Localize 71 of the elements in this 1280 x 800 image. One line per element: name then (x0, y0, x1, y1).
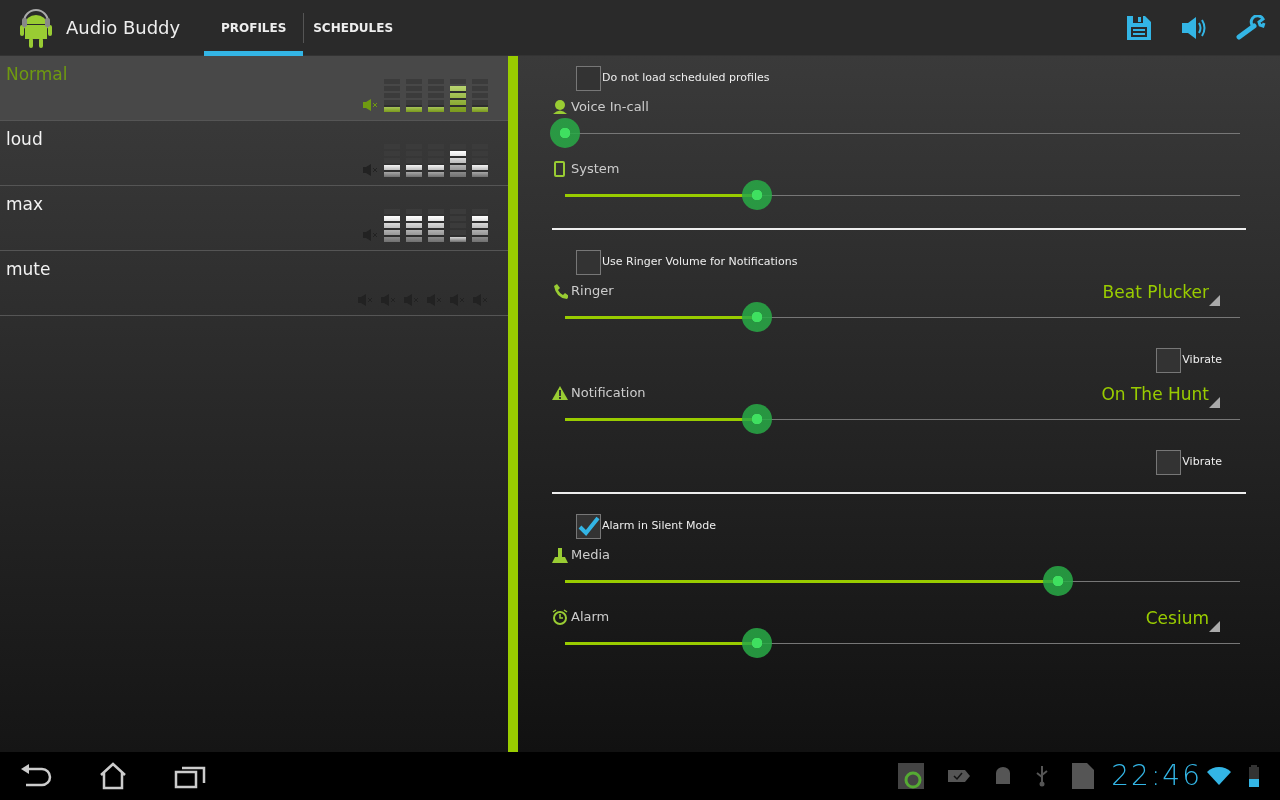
level-meter (472, 209, 488, 242)
ringtone-dropdown[interactable]: On The Hunt (1101, 382, 1220, 408)
checkbox-label: Vibrate (1182, 351, 1222, 368)
level-meter (406, 79, 422, 112)
level-meter (428, 144, 444, 177)
ringtone-dropdown[interactable]: Beat Plucker (1102, 280, 1220, 306)
profile-item[interactable]: mute (0, 251, 508, 316)
dropdown-corner-icon (1209, 620, 1220, 632)
sd-card-icon (1071, 762, 1096, 790)
level-meter (428, 209, 444, 242)
slider-thumb[interactable] (741, 404, 772, 434)
headset-person-icon (552, 99, 568, 115)
slider-thumb[interactable] (741, 180, 772, 210)
slider-thumb[interactable] (550, 118, 580, 148)
save-icon[interactable] (1126, 14, 1152, 41)
slider-label: Ringer (571, 282, 614, 301)
warning-icon (552, 385, 568, 401)
level-meter (450, 209, 466, 242)
checkbox[interactable] (576, 249, 601, 275)
level-meter (450, 79, 466, 112)
checkbox[interactable] (1156, 449, 1182, 475)
clock: 22:46 (1111, 758, 1202, 794)
joystick-icon (552, 547, 568, 563)
level-meter (472, 144, 488, 177)
slider-label: Voice In-call (571, 98, 649, 117)
ringtone-dropdown[interactable]: Cesium (1145, 606, 1220, 632)
battery-icon (1248, 765, 1260, 787)
level-meter (406, 144, 422, 177)
home-icon[interactable] (98, 762, 128, 790)
speaker-icon[interactable] (1180, 14, 1208, 41)
dropdown-corner-icon (1209, 294, 1220, 306)
level-meter (384, 209, 400, 242)
checkbox-label: Alarm in Silent Mode (602, 517, 716, 534)
checkbox-label: Vibrate (1182, 453, 1222, 470)
tab[interactable]: PROFILES (204, 0, 304, 56)
profile-name: Normal (6, 63, 69, 86)
slider-label: Notification (571, 384, 646, 403)
level-meter (472, 79, 488, 112)
profile-item[interactable]: loud (0, 121, 508, 186)
phone-icon (552, 161, 568, 177)
app-title: Audio Buddy (66, 16, 181, 40)
slider-thumb[interactable] (741, 628, 772, 658)
alarm-clock-icon (552, 609, 568, 625)
slider-thumb[interactable] (1042, 566, 1073, 596)
tag-icon (947, 768, 972, 784)
level-meter (406, 209, 422, 242)
phone-ringing-icon (552, 283, 568, 299)
checkbox[interactable] (576, 513, 601, 539)
dropdown-corner-icon (1209, 396, 1220, 408)
slider-thumb[interactable] (741, 302, 772, 332)
checkbox[interactable] (1156, 347, 1182, 373)
wrench-icon[interactable] (1236, 14, 1266, 41)
usb-icon (1035, 765, 1050, 787)
level-meter (450, 144, 466, 177)
back-icon[interactable] (20, 763, 52, 789)
checkbox-label: Do not load scheduled profiles (602, 69, 770, 86)
mute-icon (362, 98, 378, 112)
level-meter (384, 79, 400, 112)
slider-label: System (571, 160, 620, 179)
profile-item[interactable]: max (0, 186, 508, 251)
checkbox[interactable] (576, 65, 601, 91)
slider-label: Alarm (571, 608, 610, 627)
level-meter (384, 144, 400, 177)
tab[interactable]: SCHEDULES (303, 12, 403, 43)
level-meter (428, 79, 444, 112)
slider-label: Media (571, 546, 611, 565)
profile-name: mute (6, 258, 52, 281)
profile-name: max (6, 193, 45, 216)
checkbox-label: Use Ringer Volume for Notifications (602, 253, 798, 270)
profile-name: loud (6, 128, 44, 151)
wifi-icon (1206, 766, 1232, 786)
